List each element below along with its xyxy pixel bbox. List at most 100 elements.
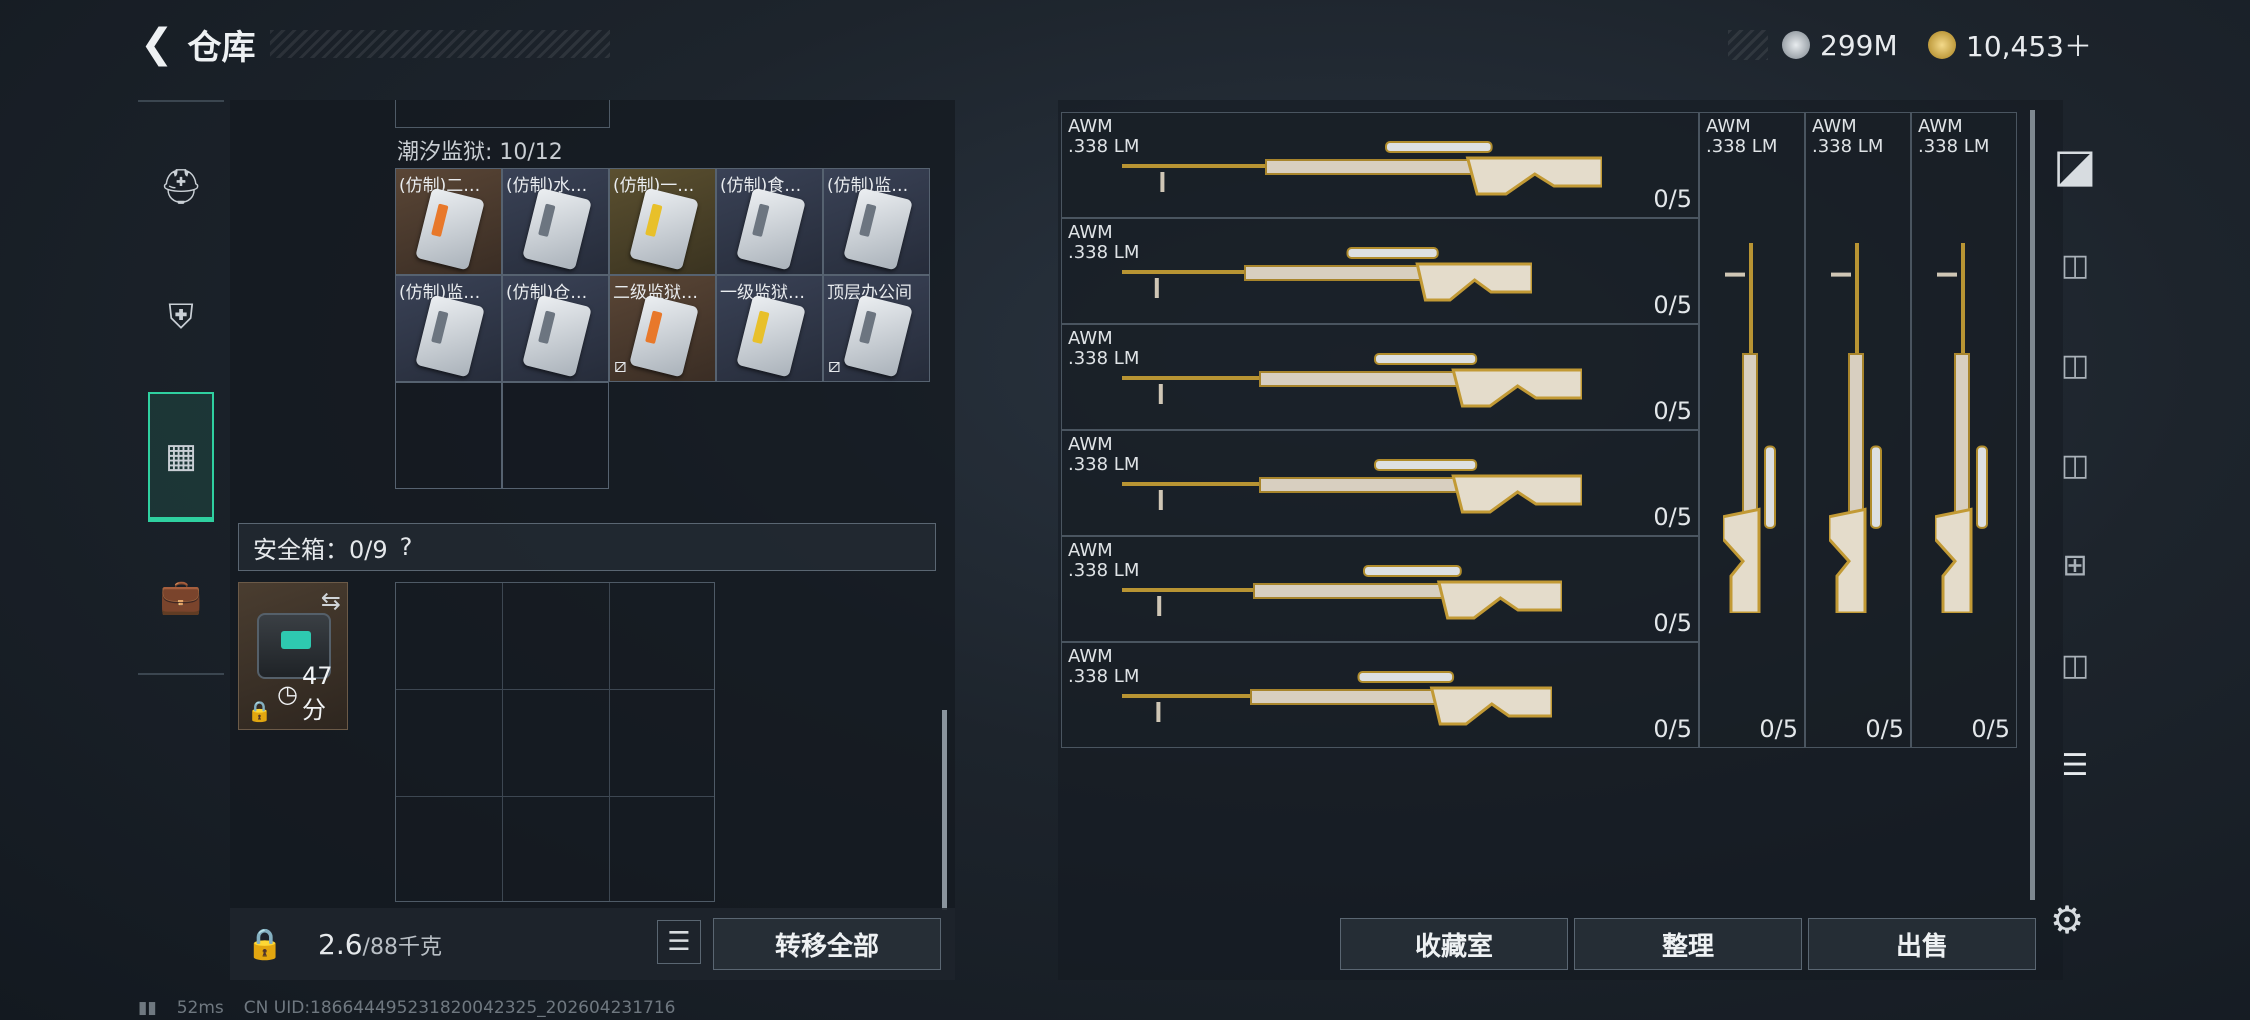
tab-iv-3[interactable]: ◫	[2040, 620, 2110, 710]
silver-amount: 299M	[1820, 28, 1898, 62]
tab-weapons[interactable]: ☰	[2040, 720, 2110, 810]
transfer-all-button[interactable]: 转移全部	[713, 918, 941, 970]
storage-box-icon: ◫	[2060, 347, 2090, 383]
tab-iv-2[interactable]: ◫	[2040, 320, 2110, 410]
weapon-slot[interactable]: AWM .338 LM 0/5	[1699, 112, 1805, 748]
weapon-count: 0/5	[1653, 185, 1692, 213]
armor-icon: ⛨	[168, 297, 194, 337]
safe-box-grid	[395, 582, 715, 902]
weapon-slot[interactable]: AWM .338 LM 0/5	[1805, 112, 1911, 748]
backpack-panel: 潮汐监狱: 10/12 (仿制)二… (仿制)水… (仿制)一… (仿制)食… (仿制)…	[230, 100, 955, 980]
awm-rifle-image	[1723, 243, 1776, 613]
nav-pistol[interactable]: ⛑	[138, 142, 224, 232]
tide-prison-label: 潮汐监狱: 10/12	[397, 140, 563, 165]
back-arrow-icon[interactable]: ❮	[140, 21, 174, 67]
backpack-icon: ▦	[164, 435, 198, 476]
weapon-count: 0/5	[1653, 291, 1692, 319]
help-icon[interactable]: ?	[400, 533, 413, 561]
list-icon: ☰	[667, 927, 691, 957]
keycard-image	[629, 294, 699, 378]
weapon-slot[interactable]: AWM .338 LM 0/5	[1061, 430, 1699, 536]
tide-prison-grid: (仿制)二… (仿制)水… (仿制)一… (仿制)食… (仿制)监… (仿制)监… (仿制)…	[395, 168, 930, 489]
backpack-lock-icon[interactable]: 🔒	[230, 908, 300, 980]
weapon-slot[interactable]: AWM .338 LM 0/5	[1061, 324, 1699, 430]
tab-iv-1[interactable]: ◫	[2040, 220, 2110, 310]
weight-value: 2.6	[318, 928, 363, 961]
unavailable-icon: ⧄	[614, 353, 627, 377]
timer-text: 47分	[301, 662, 333, 724]
warehouse-panel: AWM .338 LM 0/5 AWM .338 LM 0/5 AWM .338 LM 0/5 A…	[1058, 100, 2063, 980]
keycard-image	[843, 294, 913, 378]
keycard-image	[522, 294, 592, 378]
item-slot[interactable]: (仿制)水…	[502, 168, 609, 275]
item-slot[interactable]: (仿制)一…	[609, 168, 716, 275]
ping-text: 52ms	[176, 998, 224, 1018]
keycard-image	[522, 187, 592, 271]
container-stub	[395, 100, 610, 128]
nav-armor[interactable]: ⛨	[138, 272, 224, 362]
battery-icon: ▮▮	[138, 998, 157, 1018]
keycard-image	[736, 294, 806, 378]
gold-coin-icon	[1928, 31, 1956, 59]
safe-box-label: 安全箱：0/9	[253, 535, 388, 564]
organize-button[interactable]: 整理	[1574, 918, 1802, 970]
silver-coin-icon	[1782, 31, 1810, 59]
weapon-count: 0/5	[1971, 715, 2010, 743]
weapon-name: AWM .338 LM	[1918, 116, 1990, 157]
gold-amount: 10,453＋	[1966, 30, 2092, 63]
scrollbar[interactable]	[942, 710, 947, 910]
weapon-name: AWM .338 LM	[1812, 116, 1884, 157]
weapon-slot[interactable]: AWM .338 LM 0/5	[1061, 218, 1699, 324]
collection-room-button[interactable]: 收藏室	[1340, 918, 1568, 970]
weight-display: 2.6/88千克	[318, 928, 442, 961]
weapon-slot[interactable]: AWM .338 LM 0/5	[1061, 536, 1699, 642]
title-strip	[269, 30, 610, 58]
item-slot[interactable]: (仿制)食…	[716, 168, 823, 275]
tab-v[interactable]: ◫	[2040, 420, 2110, 510]
weapon-count: 0/5	[1865, 715, 1904, 743]
header: ❮ 仓库	[140, 21, 610, 68]
item-slot[interactable]: (仿制)监…	[395, 275, 502, 382]
empty-slot[interactable]	[502, 382, 609, 489]
safe-box-timer: ◷ 47分	[277, 662, 347, 725]
awm-rifle-image	[1122, 459, 1582, 514]
pistol-icon: ⛑	[159, 167, 203, 207]
weapon-count: 0/5	[1653, 503, 1692, 531]
nav-backpack[interactable]: ▦	[148, 392, 214, 522]
uid-text: CN UID:186644495231820042325_20260423171…	[243, 998, 676, 1018]
item-slot[interactable]: (仿制)监…	[823, 168, 930, 275]
weapon-count: 0/5	[1653, 609, 1692, 637]
item-slot[interactable]: 顶层办公间 ⧄	[823, 275, 930, 382]
item-slot[interactable]: (仿制)二…	[395, 168, 502, 275]
item-slot[interactable]: (仿制)仓…	[502, 275, 609, 382]
add-box-icon: ⊞	[2062, 547, 2088, 583]
weapon-count: 0/5	[1653, 715, 1692, 743]
keycard-image	[736, 187, 806, 271]
item-slot[interactable]: 一级监狱…	[716, 275, 823, 382]
unavailable-icon: ⧄	[828, 353, 841, 377]
settings-gear-icon[interactable]: ⚙	[2050, 898, 2084, 942]
warehouse-scrollbar[interactable]	[2030, 110, 2035, 900]
item-slot[interactable]: 二级监狱… ⧄	[609, 275, 716, 382]
weapon-grid: AWM .338 LM 0/5 AWM .338 LM 0/5 AWM .338 LM 0/5 A…	[1061, 112, 2023, 750]
awm-rifle-image	[1122, 141, 1602, 196]
safe-box-slot[interactable]: ⇆ 🔒 ◷ 47分	[238, 582, 348, 730]
sell-button[interactable]: 出售	[1808, 918, 2036, 970]
storage-box-icon: ◫	[2060, 247, 2090, 283]
tab-iv-add[interactable]: ⊞	[2040, 520, 2110, 610]
status-bar: ▮▮ 52ms CN UID:186644495231820042325_202…	[138, 998, 675, 1018]
weapon-slot[interactable]: AWM .338 LM 0/5	[1911, 112, 2017, 748]
weapon-slot[interactable]: AWM .338 LM 0/5	[1061, 112, 1699, 218]
weapon-slot[interactable]: AWM .338 LM 0/5	[1061, 642, 1699, 748]
list-view-button[interactable]: ☰	[657, 920, 701, 964]
currency-gold[interactable]: 10,453＋	[1928, 28, 2092, 63]
swap-icon[interactable]: ⇆	[321, 587, 341, 615]
awm-rifle-image	[1122, 671, 1552, 726]
rifle-rack-icon: ☰	[2061, 747, 2089, 783]
briefcase-icon: 💼	[159, 577, 203, 617]
awm-rifle-image	[1829, 243, 1882, 613]
storage-box-icon: ◫	[2060, 447, 2090, 483]
tab-all[interactable]: ◪	[2040, 120, 2110, 210]
empty-slot[interactable]	[395, 382, 502, 489]
nav-briefcase[interactable]: 💼	[138, 552, 224, 642]
